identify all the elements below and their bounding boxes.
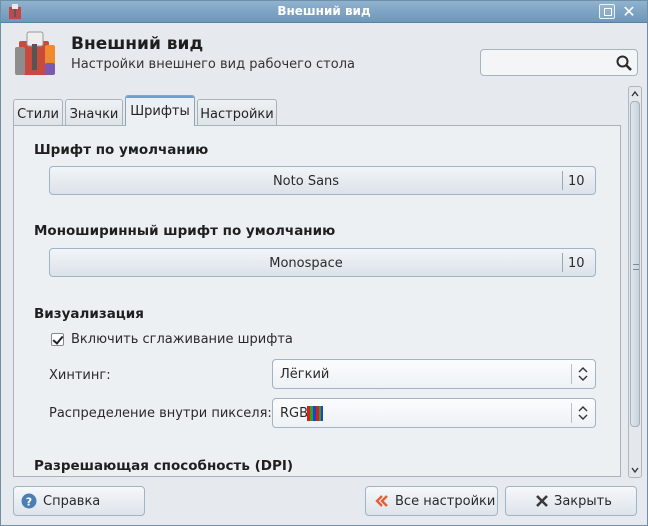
appearance-window: Внешний вид ✕ Внешний вид Настройки внеш… [0, 0, 648, 526]
page-subtitle: Настройки внешнего вид рабочего стола [71, 57, 355, 72]
hinting-label: Хинтинг: [49, 368, 111, 383]
default-font-button[interactable]: Noto Sans 10 [49, 166, 596, 195]
subpixel-value: RGB [280, 406, 309, 421]
updown-arrows-icon [578, 367, 588, 381]
tab-styles[interactable]: Стили [13, 99, 63, 126]
divider [562, 253, 563, 272]
appearance-icon [15, 31, 55, 75]
window-title: Внешний вид [277, 4, 371, 18]
hinting-select[interactable]: Лёгкий [272, 359, 596, 389]
rendering-heading: Визуализация [34, 306, 144, 322]
close-button[interactable]: Закрыть [505, 486, 637, 516]
tab-settings[interactable]: Настройки [197, 99, 277, 126]
maximize-button[interactable] [599, 4, 615, 19]
dpi-heading: Разрешающая способность (DPI) [34, 458, 294, 474]
search-input[interactable] [480, 49, 638, 76]
all-settings-button[interactable]: Все настройки [365, 486, 498, 516]
updown-arrows-icon [578, 406, 588, 420]
close-window-button[interactable]: ✕ [621, 4, 637, 20]
default-font-heading: Шрифт по умолчанию [34, 142, 209, 158]
monospace-font-button[interactable]: Monospace 10 [49, 248, 596, 277]
default-font-size: 10 [568, 174, 585, 189]
scroll-up-icon[interactable] [630, 89, 640, 99]
all-settings-label: Все настройки [395, 494, 496, 509]
divider [571, 364, 572, 384]
back-arrow-icon [375, 495, 388, 507]
divider [571, 403, 572, 423]
tab-fonts[interactable]: Шрифты [125, 95, 195, 126]
rgb-stripes-icon [307, 406, 323, 421]
subpixel-select[interactable]: RGB [272, 398, 596, 428]
page-title: Внешний вид [71, 34, 204, 54]
vertical-scrollbar[interactable] [628, 86, 642, 478]
help-label: Справка [43, 494, 101, 509]
monospace-font-name: Monospace [269, 256, 343, 271]
scroll-thumb[interactable] [630, 101, 640, 427]
svg-text:?: ? [26, 496, 32, 509]
tab-icons[interactable]: Значки [65, 99, 123, 126]
fonts-panel: Шрифт по умолчанию Noto Sans 10 Моношири… [13, 125, 621, 477]
help-icon: ? [21, 493, 37, 509]
subpixel-label: Распределение внутри пикселя: [49, 406, 272, 421]
close-icon [536, 495, 548, 507]
grip-icon [633, 264, 639, 270]
help-button[interactable]: ? Справка [13, 486, 145, 516]
antialias-checkbox[interactable] [51, 333, 64, 346]
title-bar[interactable]: Внешний вид ✕ [1, 1, 647, 23]
search-icon[interactable] [615, 54, 633, 72]
divider [562, 171, 563, 190]
monospace-font-heading: Моноширинный шрифт по умолчанию [34, 223, 336, 239]
hinting-value: Лёгкий [280, 367, 330, 382]
default-font-name: Noto Sans [272, 174, 340, 189]
monospace-font-size: 10 [568, 256, 585, 271]
scroll-down-icon[interactable] [630, 465, 640, 475]
close-label: Закрыть [554, 494, 612, 509]
antialias-label[interactable]: Включить сглаживание шрифта [71, 332, 293, 347]
